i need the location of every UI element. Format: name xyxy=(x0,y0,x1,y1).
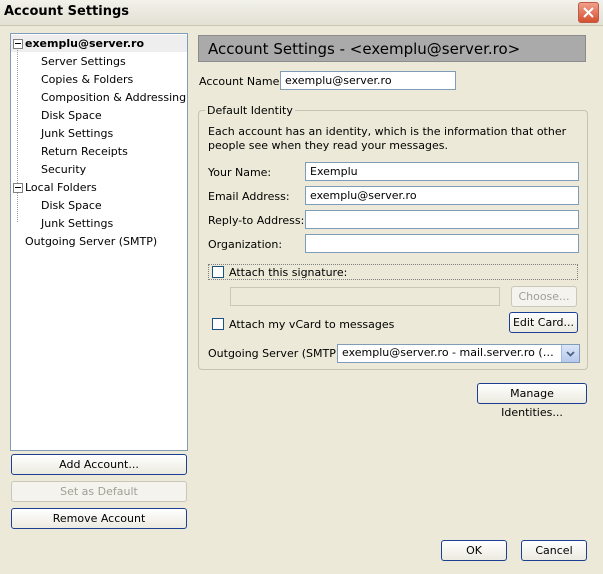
panel-title: Account Settings - <exemplu@server.ro> xyxy=(208,40,521,58)
close-button[interactable] xyxy=(578,2,599,23)
tree-item-composition[interactable]: Composition & Addressing xyxy=(41,89,186,106)
add-account-button[interactable]: Add Account... xyxy=(11,454,187,475)
collapse-icon[interactable] xyxy=(13,39,23,49)
reply-to-input[interactable] xyxy=(305,210,579,229)
account-name-input[interactable]: exemplu@server.ro xyxy=(280,71,456,90)
edit-card-button[interactable]: Edit Card... xyxy=(509,312,578,333)
collapse-icon[interactable] xyxy=(13,183,23,193)
attach-vcard-label: Attach my vCard to messages xyxy=(229,318,395,331)
panel-header: Account Settings - <exemplu@server.ro> xyxy=(198,35,586,62)
tree-line xyxy=(17,192,18,222)
attach-signature-checkbox[interactable] xyxy=(212,266,224,278)
tree-item-local-junk-settings[interactable]: Junk Settings xyxy=(41,215,113,232)
tree-line xyxy=(17,48,18,183)
tree-item-outgoing-server[interactable]: Outgoing Server (SMTP) xyxy=(25,233,157,250)
cancel-button[interactable]: Cancel xyxy=(521,540,587,561)
attach-signature-label: Attach this signature: xyxy=(229,266,348,279)
close-icon xyxy=(583,7,594,18)
attach-vcard-checkbox[interactable] xyxy=(212,318,224,330)
title-bar: Account Settings xyxy=(0,0,603,26)
set-default-button[interactable]: Set as Default xyxy=(11,481,187,502)
organization-label: Organization: xyxy=(208,238,283,251)
your-name-label: Your Name: xyxy=(208,166,272,179)
tree-item-disk-space[interactable]: Disk Space xyxy=(41,107,102,124)
choose-signature-button[interactable]: Choose... xyxy=(511,286,577,307)
identity-description: Each account has an identity, which is t… xyxy=(208,125,567,152)
tree-item-security[interactable]: Security xyxy=(41,161,86,178)
reply-to-label: Reply-to Address: xyxy=(208,214,305,227)
manage-identities-button[interactable]: Manage Identities... xyxy=(477,383,587,419)
tree-item-copies-folders[interactable]: Copies & Folders xyxy=(41,71,133,88)
smtp-selected-value: exemplu@server.ro - mail.server.ro (Defa… xyxy=(342,346,560,359)
ok-button[interactable]: OK xyxy=(441,540,507,561)
email-label: Email Address: xyxy=(208,190,290,203)
tree-item-server-settings[interactable]: Server Settings xyxy=(41,53,126,70)
organization-input[interactable] xyxy=(305,234,579,253)
smtp-select[interactable]: exemplu@server.ro - mail.server.ro (Defa… xyxy=(337,344,580,363)
chevron-down-icon xyxy=(566,350,575,357)
your-name-input[interactable]: Exemplu xyxy=(305,162,579,181)
remove-account-button[interactable]: Remove Account xyxy=(11,508,187,529)
account-name-label: Account Name: xyxy=(199,75,284,88)
dropdown-arrow[interactable] xyxy=(561,345,579,362)
smtp-label: Outgoing Server (SMTP): xyxy=(208,347,344,360)
account-tree[interactable]: exemplu@server.ro Server Settings Copies… xyxy=(10,33,188,451)
window-title: Account Settings xyxy=(4,4,130,19)
signature-path-input[interactable] xyxy=(230,287,500,306)
default-identity-legend: Default Identity xyxy=(205,104,295,117)
tree-item-return-receipts[interactable]: Return Receipts xyxy=(41,143,128,160)
tree-item-junk-settings[interactable]: Junk Settings xyxy=(41,125,113,142)
email-input[interactable]: exemplu@server.ro xyxy=(305,186,579,205)
tree-item-local-disk-space[interactable]: Disk Space xyxy=(41,197,102,214)
